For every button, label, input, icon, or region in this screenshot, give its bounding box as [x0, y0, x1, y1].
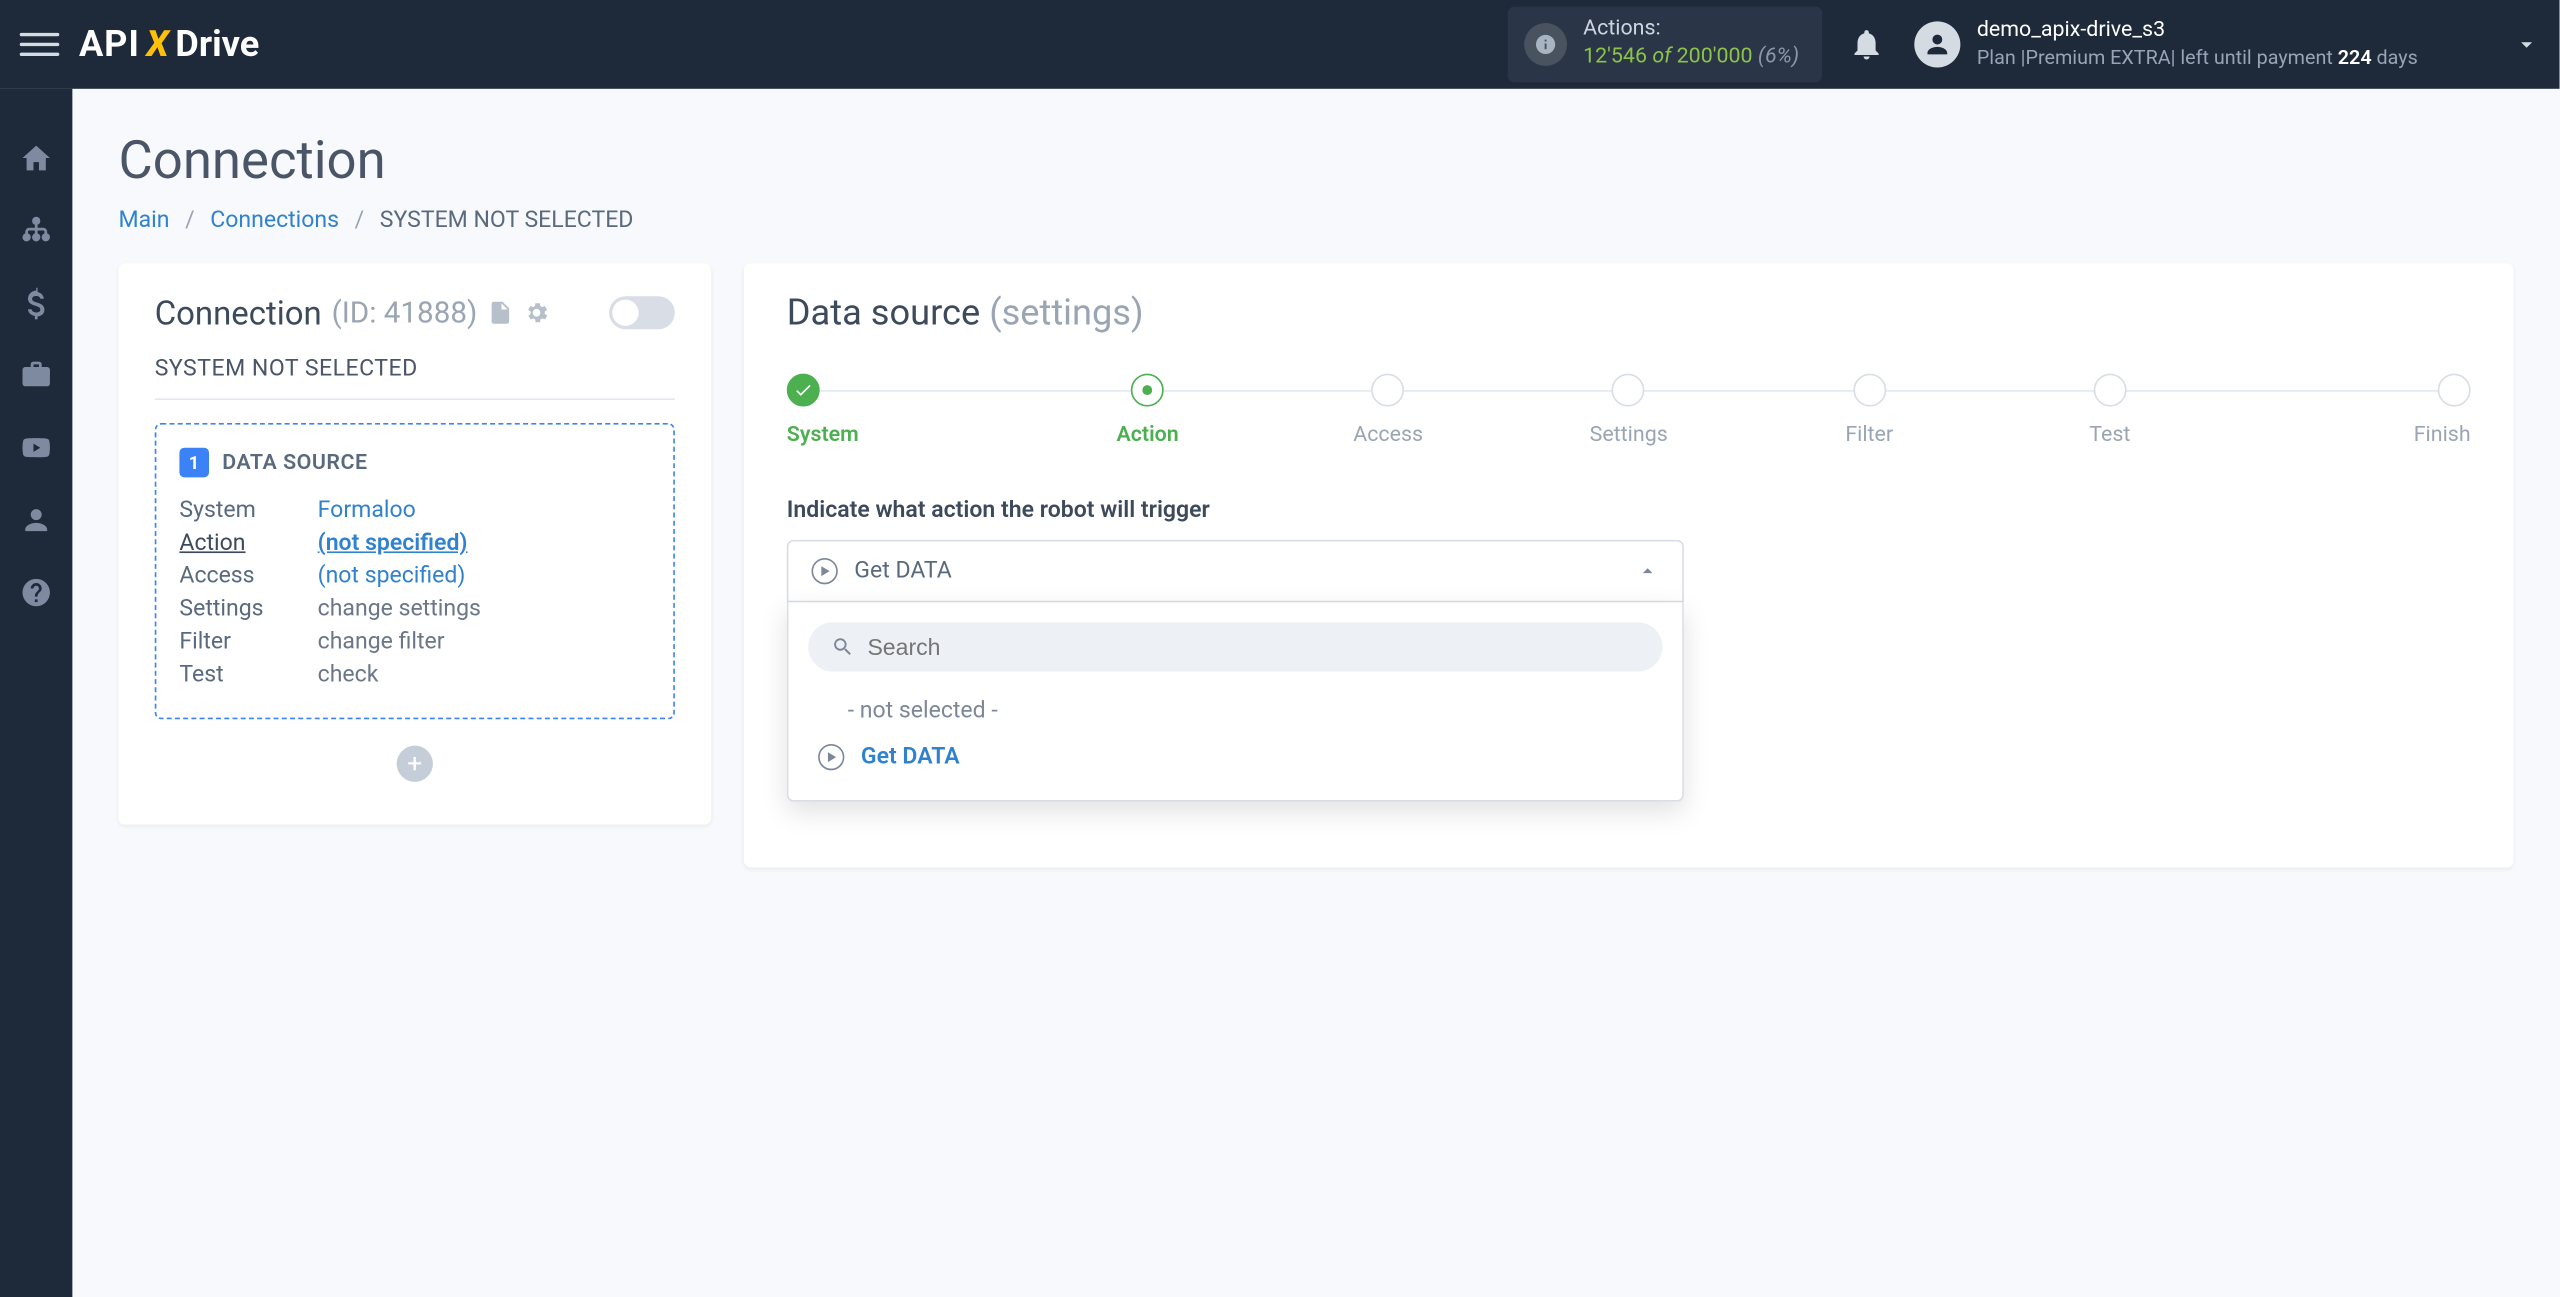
breadcrumb-connections[interactable]: Connections — [210, 207, 339, 233]
ds-heading-settings: (settings) — [989, 293, 1143, 334]
step-action[interactable]: Action — [1027, 374, 1268, 448]
logo-x: X — [146, 24, 168, 65]
gear-icon[interactable] — [523, 300, 549, 326]
sidebar-user[interactable] — [16, 500, 56, 540]
step-settings[interactable]: Settings — [1508, 374, 1749, 448]
connection-heading: Connection — [155, 293, 322, 333]
data-source-box[interactable]: 1 DATA SOURCE SystemFormalooAction(not s… — [155, 423, 675, 719]
play-icon — [811, 558, 837, 584]
ds-row-value: Formaloo — [318, 497, 416, 523]
step-label: Filter — [1845, 423, 1893, 448]
menu-toggle[interactable] — [20, 25, 60, 65]
step-system[interactable]: System — [787, 374, 1028, 448]
breadcrumb-main[interactable]: Main — [119, 207, 170, 233]
breadcrumb: Main / Connections / SYSTEM NOT SELECTED — [119, 207, 2514, 233]
file-icon[interactable] — [487, 300, 513, 326]
actions-label: Actions: — [1583, 17, 1799, 45]
stepper: System Action Access Settings Filter Test Fini… — [787, 374, 2471, 448]
connection-card: Connection (ID: 41888) SYSTEM NOT SELECT… — [119, 263, 712, 824]
step-dot — [1612, 374, 1645, 407]
play-icon — [818, 744, 844, 770]
ds-row[interactable]: Access(not specified) — [179, 563, 650, 589]
actions-of: of — [1652, 44, 1676, 69]
ds-title: DATA SOURCE — [222, 450, 367, 475]
logo-api: API — [79, 24, 140, 65]
ds-row[interactable]: SystemFormaloo — [179, 497, 650, 523]
step-label: Finish — [2414, 423, 2471, 448]
brand-logo[interactable]: APIXDrive — [79, 24, 259, 65]
action-field-label: Indicate what action the robot will trig… — [787, 497, 2471, 523]
ds-row-value: (not specified) — [318, 530, 468, 556]
ds-row[interactable]: Testcheck — [179, 662, 650, 688]
ds-row-value: check — [318, 662, 379, 688]
step-label: Test — [2089, 423, 2130, 448]
option-none[interactable]: - not selected - — [808, 688, 1662, 734]
step-filter[interactable]: Filter — [1749, 374, 1990, 448]
ds-row-value: change settings — [318, 596, 481, 622]
breadcrumb-current: SYSTEM NOT SELECTED — [380, 207, 634, 233]
sidebar — [0, 89, 72, 1297]
page-title: Connection — [119, 128, 2514, 191]
step-dot — [2438, 374, 2471, 407]
bell-icon[interactable] — [1848, 26, 1884, 62]
step-label: System — [787, 423, 859, 448]
ds-row-key: Settings — [179, 596, 317, 622]
search-icon — [831, 635, 854, 658]
step-dot — [1372, 374, 1405, 407]
action-dropdown: - not selected - Get DATA — [787, 602, 1684, 801]
step-label: Action — [1116, 423, 1178, 448]
step-access[interactable]: Access — [1268, 374, 1509, 448]
connection-subhead: SYSTEM NOT SELECTED — [155, 356, 675, 382]
option-get-data[interactable]: Get DATA — [808, 734, 1662, 780]
logo-drive: Drive — [175, 24, 259, 65]
ds-heading: Data source — [787, 293, 980, 334]
data-source-settings-card: Data source (settings) System Action Acces… — [744, 263, 2513, 867]
step-test[interactable]: Test — [1990, 374, 2231, 448]
action-selected-value: Get DATA — [854, 558, 952, 584]
actions-count: 12'546 — [1583, 44, 1647, 69]
sidebar-help[interactable] — [16, 573, 56, 613]
ds-row-key: Test — [179, 662, 317, 688]
avatar-icon — [1914, 21, 1960, 67]
step-label: Access — [1353, 423, 1423, 448]
dropdown-search-input[interactable] — [867, 634, 1639, 660]
action-select[interactable]: Get DATA — [787, 540, 1684, 603]
sidebar-video[interactable] — [16, 428, 56, 468]
ds-badge: 1 — [179, 448, 209, 478]
ds-row-key: Filter — [179, 629, 317, 655]
sidebar-home[interactable] — [16, 138, 56, 178]
step-dot — [787, 374, 820, 407]
sidebar-billing[interactable] — [16, 283, 56, 323]
step-dot — [1131, 374, 1164, 407]
sidebar-briefcase[interactable] — [16, 356, 56, 396]
chevron-up-icon — [1636, 560, 1659, 583]
actions-counter[interactable]: Actions: 12'546 of 200'000 (6%) — [1507, 7, 1822, 82]
user-plan: Plan |Premium EXTRA| left until payment … — [1977, 45, 2418, 70]
ds-row-key: System — [179, 497, 317, 523]
dropdown-search[interactable] — [808, 622, 1662, 671]
ds-row-key: Access — [179, 563, 317, 589]
ds-row[interactable]: Settingschange settings — [179, 596, 650, 622]
connection-id: (ID: 41888) — [332, 295, 478, 330]
sidebar-connections[interactable] — [16, 211, 56, 251]
step-label: Settings — [1590, 423, 1668, 448]
ds-row-value: change filter — [318, 629, 445, 655]
ds-row-key: Action — [179, 530, 317, 556]
actions-total: 200'000 — [1677, 44, 1753, 69]
add-button[interactable]: + — [397, 746, 433, 782]
step-finish[interactable]: Finish — [2230, 374, 2471, 448]
ds-row-value: (not specified) — [318, 563, 466, 589]
ds-row[interactable]: Action(not specified) — [179, 530, 650, 556]
ds-row[interactable]: Filterchange filter — [179, 629, 650, 655]
chevron-down-icon — [2513, 31, 2539, 57]
enable-toggle[interactable] — [609, 296, 675, 329]
user-menu[interactable]: demo_apix-drive_s3 Plan |Premium EXTRA| … — [1914, 19, 2539, 70]
info-icon — [1524, 23, 1567, 66]
actions-pct: (6%) — [1758, 44, 1799, 69]
user-name: demo_apix-drive_s3 — [1977, 19, 2418, 46]
step-dot — [1853, 374, 1886, 407]
step-dot — [2093, 374, 2126, 407]
